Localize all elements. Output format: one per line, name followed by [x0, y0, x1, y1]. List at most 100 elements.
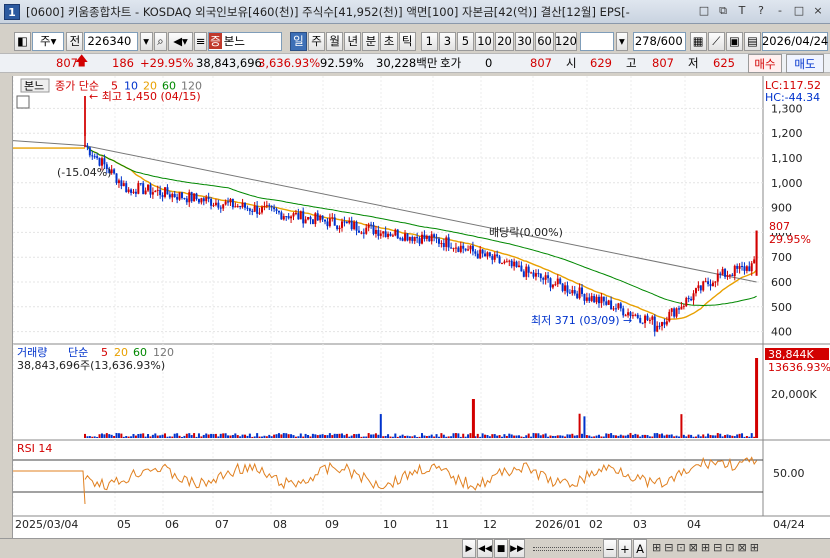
candle-body: [658, 325, 661, 327]
draw-tools-icon[interactable]: ⟋: [707, 31, 725, 51]
interval-30-button[interactable]: 30: [515, 31, 535, 51]
close-icon[interactable]: ×: [810, 3, 826, 19]
volume-percent: 3,636.93%: [258, 56, 321, 70]
volume-bar: [173, 433, 176, 438]
interval-3-button[interactable]: 3: [438, 31, 456, 51]
play-button[interactable]: ▶: [462, 539, 476, 558]
open-label: 시: [566, 56, 577, 70]
candle-body: [413, 236, 416, 242]
hoga-price: 807: [530, 56, 552, 70]
volume-bar: [270, 436, 273, 438]
volume-bar: [491, 434, 494, 438]
volume-bar: [748, 436, 751, 438]
x-tick-label: 05: [117, 518, 131, 531]
volume-bar: [534, 433, 537, 438]
chart-tool-icons[interactable]: ⊞⊟⊡⊠⊞⊟⊡⊠⊞: [652, 541, 762, 554]
vma5-legend[interactable]: 5: [101, 346, 108, 359]
price-tick-label: 900: [771, 202, 792, 215]
candle-body: [229, 198, 232, 203]
scroll-slider[interactable]: [533, 547, 601, 551]
buy-button[interactable]: 매수: [748, 54, 782, 73]
period-second-tab[interactable]: 초: [380, 31, 398, 51]
interval-1-button[interactable]: 1: [420, 31, 438, 51]
price-panel[interactable]: [13, 76, 830, 344]
interval-10-button[interactable]: 10: [475, 31, 495, 51]
interval-20-button[interactable]: 20: [495, 31, 515, 51]
minimize-icon[interactable]: -: [772, 3, 788, 19]
auto-scale-button[interactable]: A: [633, 539, 647, 558]
maximize-icon[interactable]: □: [791, 3, 807, 19]
rsi-legend[interactable]: RSI 14: [17, 442, 52, 455]
volume-bar: [348, 436, 351, 438]
interval-input[interactable]: [580, 31, 615, 51]
volume-bar: [367, 433, 370, 438]
restore-icon[interactable]: ⧉: [715, 3, 731, 19]
period-day-tab[interactable]: 일: [289, 31, 308, 51]
stop-button[interactable]: ■: [494, 539, 508, 558]
candle-body: [299, 211, 302, 220]
volume-bar: [539, 435, 542, 438]
volume-bar: [294, 436, 297, 438]
code-dropdown-icon[interactable]: ▾: [139, 31, 153, 51]
volume-bar: [202, 434, 205, 438]
font-icon[interactable]: T: [734, 3, 750, 19]
volume-bar: [333, 433, 336, 438]
volume-bar: [399, 435, 402, 438]
candle-body: [578, 287, 581, 299]
volume-bar: [486, 435, 489, 438]
candle-body: [244, 202, 247, 208]
volume-legend-sub[interactable]: 단순: [68, 346, 88, 359]
sound-icon[interactable]: ◀▾: [168, 31, 193, 51]
volume-bar: [156, 435, 159, 438]
period-year-tab[interactable]: 년: [344, 31, 362, 51]
candle-body: [610, 300, 613, 310]
zoom-in-button[interactable]: +: [618, 539, 632, 558]
rewind-button[interactable]: ◀◀: [477, 539, 493, 558]
interval-120-button[interactable]: 120: [555, 31, 578, 51]
volume-bar: [258, 436, 261, 438]
sell-button[interactable]: 매도: [786, 54, 824, 73]
chart-area[interactable]: 1,3001,2001,1001,000900800700600500400 2…: [12, 76, 830, 538]
vma20-legend[interactable]: 20: [114, 346, 128, 359]
chart-svg[interactable]: 1,3001,2001,1001,000900800700600500400 2…: [12, 76, 830, 538]
tile-icon[interactable]: □: [696, 3, 712, 19]
market-select[interactable]: 주 ▾: [32, 31, 65, 51]
search-icon[interactable]: ⌕: [153, 31, 168, 51]
layout-icon[interactable]: ◧: [14, 31, 32, 51]
interval-5-button[interactable]: 5: [456, 31, 475, 51]
period-minute-tab[interactable]: 분: [362, 31, 380, 51]
hoga-label: 호가: [440, 56, 462, 70]
zoom-out-button[interactable]: −: [603, 539, 617, 558]
save-icon[interactable]: ▣: [725, 31, 743, 51]
rsi-tick-label: 50.00: [773, 467, 805, 480]
candle-body: [493, 254, 496, 260]
volume-legend-label[interactable]: 거래량: [17, 346, 47, 359]
table-toggle-icon[interactable]: [16, 95, 30, 109]
interval-dropdown-icon[interactable]: ▾: [616, 31, 628, 51]
interval-60-button[interactable]: 60: [535, 31, 555, 51]
count-field[interactable]: 278/600: [632, 31, 686, 51]
grid-icon[interactable]: ▦: [689, 31, 707, 51]
period-month-tab[interactable]: 월: [326, 31, 344, 51]
volume-bar: [207, 434, 210, 438]
date-field[interactable]: 2026/04/24: [762, 31, 828, 51]
window-title: [0600] 키움종합차트 - KOSDAQ 외국인보유[460(천)] 주식수…: [26, 4, 630, 19]
vma120-legend[interactable]: 120: [153, 346, 174, 359]
stock-name-field[interactable]: 증 본느: [208, 31, 282, 51]
calendar-icon[interactable]: ▤: [743, 31, 762, 51]
code-input[interactable]: 226340: [84, 31, 138, 51]
candle-body: [399, 238, 402, 240]
volume-bar: [661, 433, 664, 438]
help-icon[interactable]: ?: [753, 3, 769, 19]
prefix-button[interactable]: 전: [66, 31, 84, 51]
vma60-legend[interactable]: 60: [133, 346, 147, 359]
period-tick-tab[interactable]: 틱: [398, 31, 416, 51]
forward-button[interactable]: ▶▶: [509, 539, 525, 558]
candle-body: [248, 208, 251, 211]
candle-body: [93, 156, 96, 158]
period-week-tab[interactable]: 주: [308, 31, 326, 51]
menu-icon[interactable]: ≡: [193, 31, 208, 51]
volume-bar: [430, 434, 433, 438]
x-tick-label: 2025/03/04: [15, 518, 78, 531]
volume-bar: [130, 436, 133, 438]
